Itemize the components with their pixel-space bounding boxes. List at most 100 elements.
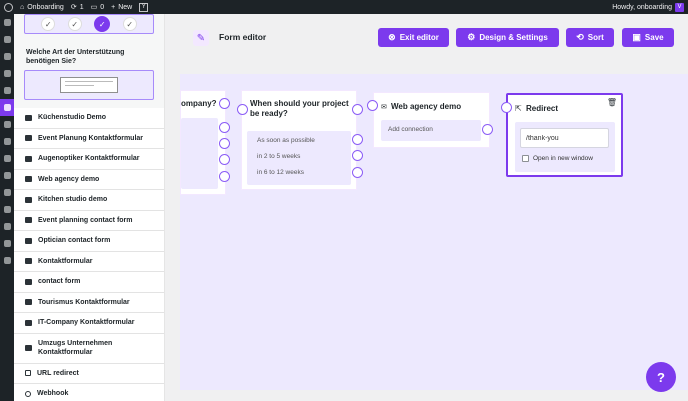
connection-port[interactable] — [352, 134, 363, 145]
pages-menu-icon[interactable] — [0, 65, 14, 82]
play-menu-icon[interactable] — [0, 252, 14, 269]
floppy-disk-icon: ▣ — [632, 32, 641, 42]
sort-button[interactable]: ⟲ Sort — [566, 28, 614, 47]
sidebar-item[interactable]: contact form — [14, 272, 164, 293]
flow-canvas[interactable]: ompany? When should your project be read… — [180, 74, 688, 390]
sidebar-item[interactable]: Optician contact form — [14, 231, 164, 252]
sidebar-item-label: Webhook — [37, 390, 69, 398]
input-port[interactable] — [501, 102, 512, 113]
connection-port[interactable] — [219, 171, 230, 182]
connection-port[interactable] — [219, 98, 230, 109]
envelope-icon — [25, 114, 32, 121]
envelope-icon — [25, 258, 32, 265]
sidebar-item[interactable]: Event planning contact form — [14, 210, 164, 231]
add-connection-box[interactable]: Add connection — [381, 120, 481, 141]
forms-menu-icon[interactable] — [0, 99, 14, 116]
project-timeline-node[interactable]: When should your project be ready? As so… — [241, 90, 357, 190]
yoast-link[interactable]: Y — [139, 2, 149, 12]
multiple-choice-element[interactable]: ✓ ✓ ✓ ✓ — [24, 14, 154, 34]
dashboard-menu-icon[interactable] — [0, 14, 14, 31]
node-title: Redirect — [526, 104, 559, 113]
sidebar-item[interactable]: Tourismus Kontaktformular — [14, 292, 164, 313]
envelope-icon — [25, 135, 32, 142]
web-agency-node[interactable]: ✉ Web agency demo Add connection — [373, 92, 490, 148]
pin-menu-icon[interactable] — [0, 31, 14, 48]
connection-port[interactable] — [352, 167, 363, 178]
sidebar-item-label: Event planning contact form — [38, 216, 133, 224]
yoast-menu-icon[interactable] — [0, 235, 14, 252]
textarea-element[interactable] — [24, 70, 154, 100]
sidebar-item[interactable]: Event Planung Kontaktformular — [14, 128, 164, 149]
wp-admin-menu — [0, 14, 14, 401]
redirect-node[interactable]: ⇱ Redirect 🗑 Open in new window — [506, 93, 623, 177]
input-port[interactable] — [237, 104, 248, 115]
connection-port[interactable] — [219, 138, 230, 149]
sidebar-item[interactable]: Augenoptiker Kontaktformular — [14, 149, 164, 170]
open-new-window-label: Open in new window — [533, 155, 593, 162]
sidebar-item[interactable]: Umzugs Unternehmen Kontaktformular — [14, 333, 164, 364]
help-button[interactable]: ? — [646, 362, 676, 392]
sidebar-item-label: Küchenstudio Demo — [38, 114, 107, 122]
save-label: Save — [644, 33, 664, 42]
close-circle-icon: ⊗ — [388, 32, 396, 42]
sidebar-item-webhook[interactable]: Webhook — [14, 384, 164, 401]
redirect-url-input[interactable] — [520, 128, 609, 148]
comments-link[interactable]: ▭ 0 — [90, 3, 105, 12]
settings-menu-icon[interactable] — [0, 218, 14, 235]
design-settings-button[interactable]: ⚙ Design & Settings — [456, 28, 559, 47]
new-content-link[interactable]: + New — [111, 4, 132, 11]
sidebar-item-label: Umzugs Unternehmen Kontaktformular — [38, 340, 113, 356]
exit-editor-button[interactable]: ⊗ Exit editor — [378, 28, 449, 47]
wrench-menu-icon[interactable] — [0, 201, 14, 218]
editor-header: ✎ Form editor ⊗ Exit editor ⚙ Design & S… — [180, 14, 688, 62]
sidebar-item-label: IT-Company Kontaktformular — [38, 319, 135, 327]
connection-port[interactable] — [352, 104, 363, 115]
envelope-icon — [25, 217, 32, 224]
external-link-icon — [25, 370, 31, 377]
envelope-icon — [25, 345, 32, 351]
media-menu-icon[interactable] — [0, 48, 14, 65]
check-icon: ✓ — [67, 17, 82, 31]
sidebar-item[interactable]: Küchenstudio Demo — [14, 108, 164, 129]
new-label: New — [118, 3, 133, 11]
sidebar-item-label: URL redirect — [37, 369, 79, 377]
updates-link[interactable]: ⟳ 1 — [71, 3, 84, 12]
envelope-icon — [25, 196, 32, 203]
sidebar-item-label: Optician contact form — [38, 237, 111, 245]
users-menu-icon[interactable] — [0, 184, 14, 201]
comments-menu-icon[interactable] — [0, 82, 14, 99]
home-icon: ⌂ — [20, 3, 25, 11]
connection-port[interactable] — [352, 150, 363, 161]
node-title: Web agency demo — [391, 102, 462, 111]
node-title: When should your project be ready? — [250, 99, 349, 118]
connection-port[interactable] — [219, 122, 230, 133]
connection-port[interactable] — [482, 124, 493, 135]
check-icon: ✓ — [122, 17, 137, 31]
tools-menu-icon[interactable] — [0, 150, 14, 167]
trash-icon[interactable]: 🗑 — [607, 98, 617, 107]
envelope-icon — [25, 319, 32, 326]
external-link-icon: ⇱ — [515, 104, 522, 113]
sidebar-item[interactable]: Kitchen studio demo — [14, 190, 164, 211]
form-list: Küchenstudio Demo Event Planung Kontaktf… — [14, 108, 164, 401]
sidebar-item[interactable]: Kontaktformular — [14, 251, 164, 272]
wordpress-logo-icon[interactable] — [4, 2, 13, 12]
plus-icon: + — [111, 3, 116, 11]
save-button[interactable]: ▣ Save — [622, 28, 674, 47]
option-label: in 6 to 12 weeks — [257, 169, 304, 176]
appearance-menu-icon[interactable] — [0, 116, 14, 133]
input-port[interactable] — [367, 100, 378, 111]
sidebar-item-url-redirect[interactable]: URL redirect — [14, 363, 164, 384]
option-label: As soon as possible — [257, 137, 315, 144]
account-menu[interactable]: Howdy, onboarding V — [612, 0, 684, 14]
connection-port[interactable] — [219, 154, 230, 165]
sidebar-item[interactable]: Web agency demo — [14, 169, 164, 190]
comment-icon: ▭ — [90, 4, 98, 11]
open-new-window-checkbox[interactable] — [522, 155, 529, 162]
sidebar-item[interactable]: IT-Company Kontaktformular — [14, 313, 164, 334]
brush-menu-icon[interactable] — [0, 167, 14, 184]
plugins-menu-icon[interactable] — [0, 133, 14, 150]
node-title: ompany? — [181, 99, 217, 108]
site-name-link[interactable]: ⌂ Onboarding — [20, 4, 64, 11]
help-label: ? — [657, 369, 665, 385]
